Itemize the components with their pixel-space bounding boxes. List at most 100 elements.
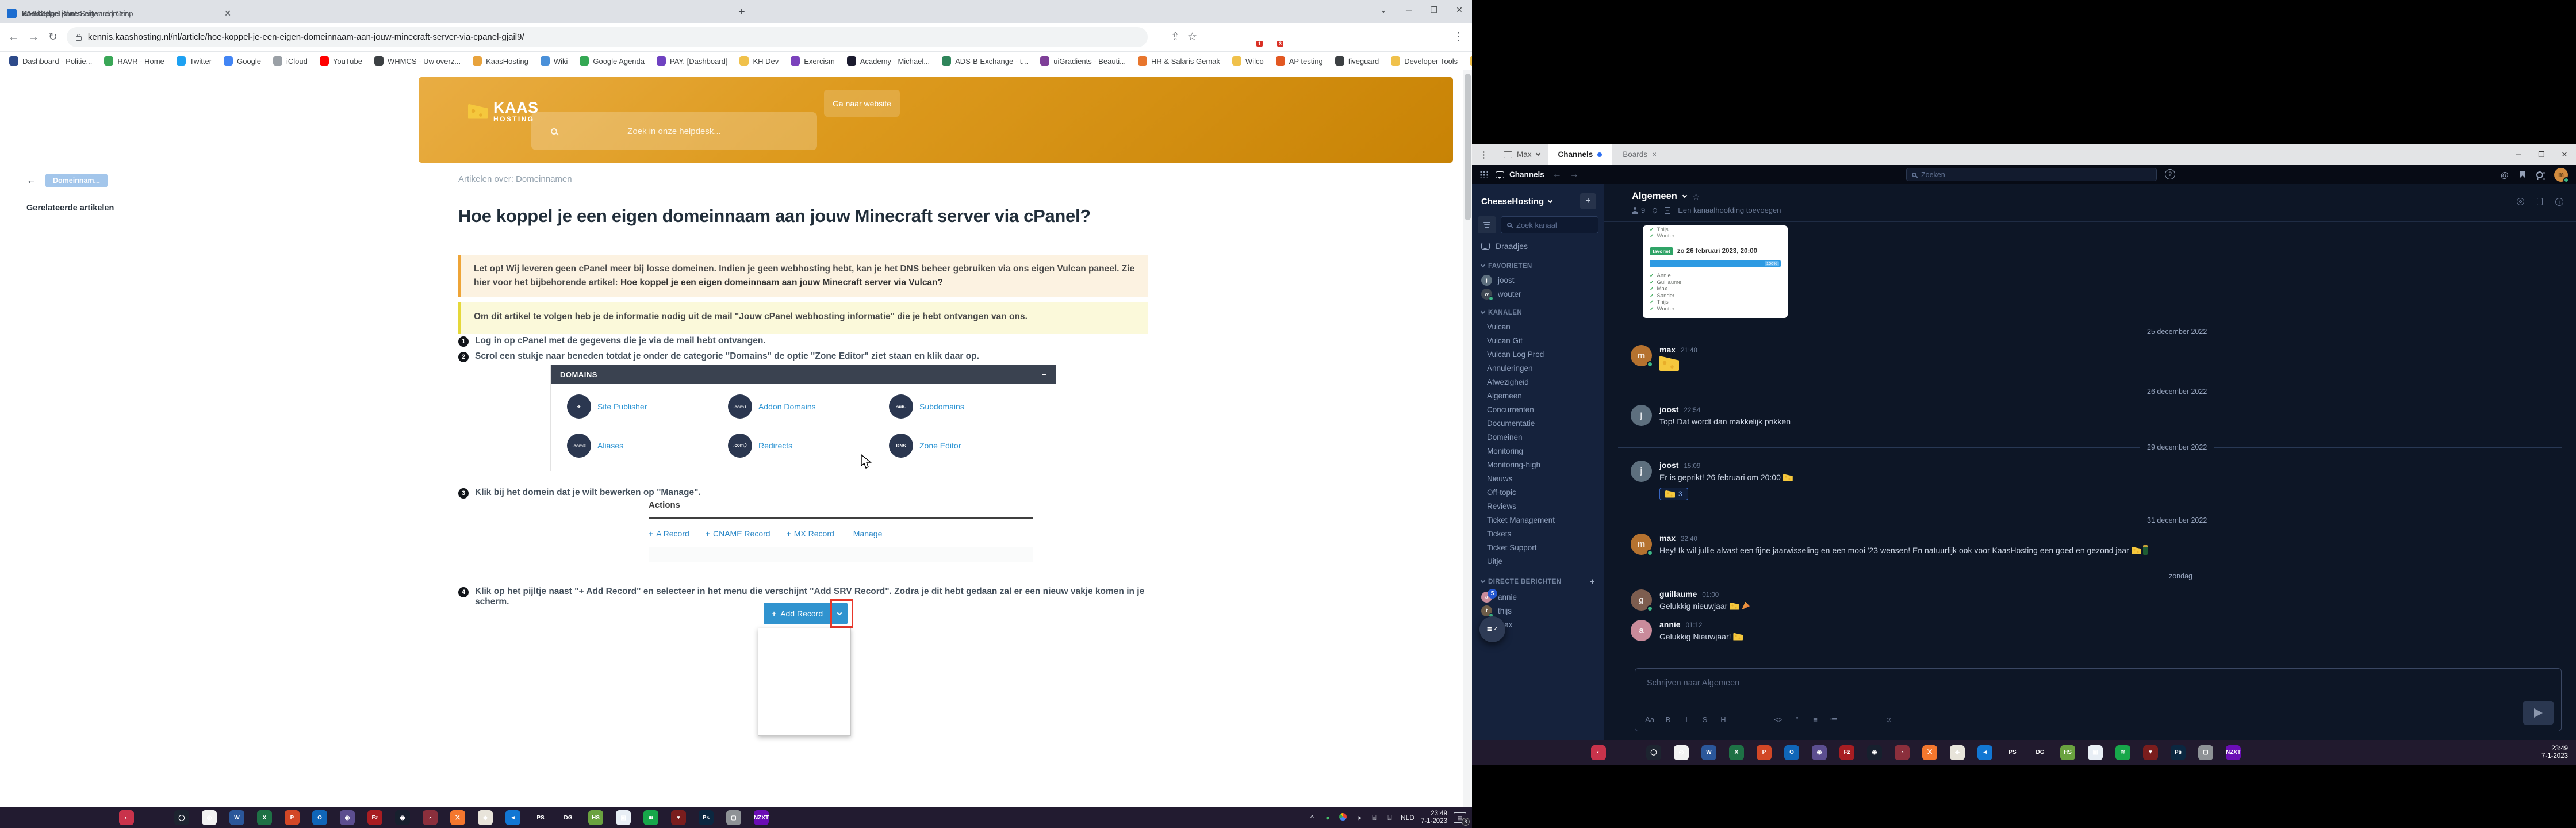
channel-item[interactable]: Ticket Support	[1472, 540, 1604, 554]
notifications-icon[interactable]: ▤8	[1454, 812, 1466, 823]
network-icon[interactable]: ⌹	[1385, 814, 1394, 822]
add-channel-header-hint[interactable]: Een kanaalhoofding toevoegen	[1678, 206, 1781, 214]
volume-icon[interactable]: 🕨	[1354, 814, 1363, 822]
taskbar-app-icon[interactable]: ▣	[610, 807, 637, 828]
taskbar-clock[interactable]: 23:49 7-1-2023	[2542, 745, 2576, 760]
chat-message[interactable]: m max 21:48	[1604, 343, 2576, 378]
bookmark-item[interactable]: WHMCS - Uw overz...	[374, 56, 461, 66]
composer-toolbar-button[interactable]	[1733, 712, 1750, 727]
chat-message[interactable]: m max 22:40 Hey! Ik wil jullie alvast ee…	[1604, 532, 2576, 562]
at-mentions-icon[interactable]: @	[2501, 170, 2509, 179]
team-name-menu[interactable]: CheeseHosting	[1481, 197, 1552, 206]
taskbar-app-icon[interactable]: NZXT	[2220, 740, 2247, 765]
channel-item[interactable]: Monitoring	[1472, 444, 1604, 458]
taskbar-app-icon[interactable]: ◔	[416, 807, 444, 828]
taskbar-app-icon[interactable]: ≋	[637, 807, 665, 828]
scrollbar-thumb[interactable]	[1465, 74, 1471, 220]
composer-toolbar-button[interactable]: S	[1696, 712, 1713, 727]
global-search-input[interactable]: Zoeken	[1906, 168, 2157, 181]
collapse-icon[interactable]: −	[1042, 370, 1046, 379]
keyboard-language[interactable]: NLD	[1401, 814, 1414, 822]
bookmark-item[interactable]: fiveguard	[1335, 56, 1379, 66]
taskbar-app-icon[interactable]	[1612, 740, 1640, 765]
bookmark-item[interactable]: KH Dev	[739, 56, 779, 66]
taskbar-app-icon[interactable]	[57, 807, 85, 828]
product-menu-icon[interactable]	[1480, 171, 1488, 178]
maximize-button[interactable]: ❐	[1421, 5, 1447, 15]
composer-toolbar-button[interactable]: ”	[1788, 712, 1805, 727]
cpanel-action-link[interactable]: + CNAME Record	[706, 529, 770, 538]
channel-item[interactable]: Off-topic	[1472, 485, 1604, 499]
url-text[interactable]: kennis.kaashosting.nl/nl/article/hoe-kop…	[88, 32, 524, 42]
channel-item[interactable]: Documentatie	[1472, 416, 1604, 430]
tab-close-icon[interactable]: ✕	[222, 9, 231, 18]
channel-item[interactable]: Afwezigheid	[1472, 375, 1604, 389]
threads-item[interactable]: Draadjes	[1472, 238, 1604, 254]
composer-toolbar-button[interactable]	[1862, 712, 1879, 727]
direct-messages-section-header[interactable]: DIRECTE BERICHTEN +	[1472, 568, 1604, 590]
taskbar-app-icon[interactable]: ◔	[1888, 740, 1916, 765]
add-record-menu-item[interactable]	[758, 657, 850, 669]
vulcan-article-link[interactable]: Hoe koppel je een eigen domeinnaam aan j…	[620, 278, 943, 288]
taskbar-app-icon[interactable]: ◐	[113, 807, 140, 828]
taskbar-app-icon[interactable]: ᙭	[444, 807, 471, 828]
chat-message[interactable]: j joost 22:54 Top! Dat wordt dan makkeli…	[1604, 403, 2576, 434]
go-to-website-button[interactable]: Ga naar website	[824, 90, 900, 117]
composer-toolbar-button[interactable]: <>	[1770, 712, 1787, 727]
history-back-icon[interactable]: ←	[1552, 170, 1562, 180]
taskbar-app-icon[interactable]: ▣	[2082, 740, 2109, 765]
add-record-menu-item[interactable]	[758, 707, 850, 720]
new-tab-button[interactable]: +	[738, 6, 745, 19]
bookmark-item[interactable]: YouTube	[320, 56, 362, 66]
taskbar-app-icon[interactable]: ◉	[1805, 740, 1833, 765]
taskbar-app-icon[interactable]: PS	[527, 807, 554, 828]
reload-button[interactable]: ↻	[48, 30, 57, 44]
channel-item[interactable]: Uitje	[1472, 554, 1604, 568]
cpanel-action-link[interactable]: + A Record	[649, 529, 689, 538]
channel-item[interactable]: Annuleringen	[1472, 361, 1604, 375]
playbooks-icon[interactable]	[2537, 198, 2543, 205]
channel-item[interactable]: Monitoring-high	[1472, 458, 1604, 471]
back-arrow-icon[interactable]: ←	[26, 175, 36, 186]
minimize-button[interactable]: ─	[2507, 150, 2530, 159]
direct-message-item[interactable]: j joost	[1472, 273, 1604, 287]
channel-item[interactable]: Concurrenten	[1472, 402, 1604, 416]
taskbar-app-icon[interactable]: ◄	[1971, 740, 1999, 765]
close-button[interactable]: ✕	[2553, 150, 2576, 159]
favorite-star-icon[interactable]: ☆	[1692, 191, 1700, 202]
taskbar-app-icon[interactable]	[1529, 740, 1557, 765]
composer-toolbar-button[interactable]: Aa	[1641, 712, 1658, 727]
taskbar-app-icon[interactable]: ◉	[334, 807, 361, 828]
message-list[interactable]: ✓ Thijs ✓ Wouter favoriet zo 26 februari…	[1604, 225, 2576, 641]
saved-posts-icon[interactable]	[2520, 171, 2525, 178]
direct-message-item[interactable]: t thijs	[1472, 604, 1604, 618]
bookmark-item[interactable]: RVMC	[1470, 56, 1472, 66]
bookmark-item[interactable]: HR & Salaris Gemak	[1138, 56, 1220, 66]
taskbar-app-icon[interactable]: ▼	[2137, 740, 2164, 765]
bookmark-item[interactable]: Wiki	[540, 56, 568, 66]
bookmark-item[interactable]: iCloud	[273, 56, 308, 66]
channel-item[interactable]: Domeinen	[1472, 430, 1604, 444]
extension-icon[interactable]: ▰	[1329, 30, 1342, 44]
extension-icon[interactable]: ⋯ 3	[1267, 30, 1280, 44]
extension-icon[interactable]: S	[1370, 30, 1383, 44]
taskbar-app-icon[interactable]: ◉	[389, 807, 416, 828]
taskbar-app-icon[interactable]: ≋	[2109, 740, 2137, 765]
bookmark-item[interactable]: uiGradients - Beauti...	[1040, 56, 1126, 66]
composer-toolbar-button[interactable]: ≔	[1825, 712, 1842, 727]
taskbar-app-icon[interactable]	[1474, 740, 1502, 765]
taskbar-app-icon[interactable]: HS	[2054, 740, 2082, 765]
composer-toolbar-button[interactable]: I	[1678, 712, 1695, 727]
message-author[interactable]: joost	[1659, 405, 1678, 414]
breadcrumb[interactable]: Artikelen over: Domeinnamen	[458, 174, 572, 184]
settings-gear-icon[interactable]	[2536, 171, 2543, 178]
tray-chrome-icon[interactable]	[1339, 813, 1348, 822]
chat-message[interactable]: j joost 15:09 Er is geprikt! 26 februari…	[1604, 459, 2576, 507]
taskbar-app-icon[interactable]: ᙭	[1916, 740, 1943, 765]
taskbar-app-icon[interactable]: ▼	[665, 807, 692, 828]
tab-channels[interactable]: Channels	[1548, 144, 1613, 165]
channel-item[interactable]: Algemeen	[1472, 389, 1604, 402]
address-bar[interactable]: kennis.kaashosting.nl/nl/article/hoe-kop…	[67, 27, 1148, 47]
taskbar-app-icon[interactable]: ▢	[720, 807, 747, 828]
bookmark-item[interactable]: Exercism	[791, 56, 834, 66]
